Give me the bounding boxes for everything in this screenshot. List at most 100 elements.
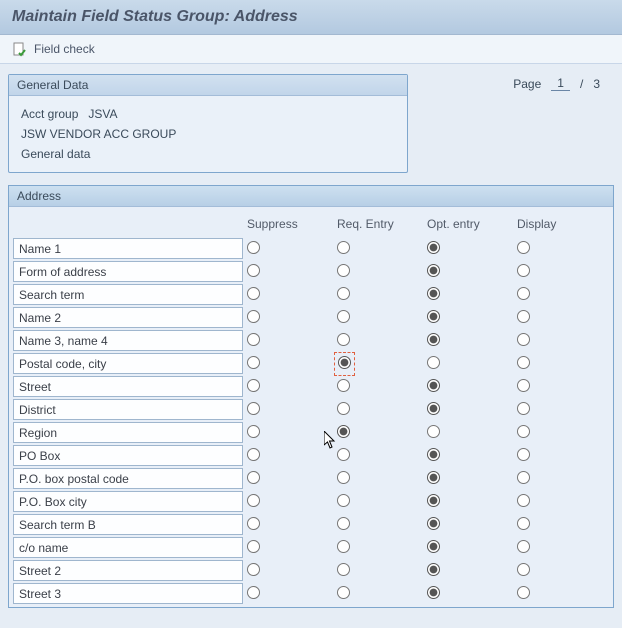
field-status-radio[interactable] xyxy=(517,563,530,576)
field-status-radio[interactable] xyxy=(517,264,530,277)
field-status-radio[interactable] xyxy=(247,333,260,346)
field-status-radio[interactable] xyxy=(427,356,440,369)
field-status-radio[interactable] xyxy=(247,356,260,369)
field-status-radio[interactable] xyxy=(427,287,440,300)
field-status-radio[interactable] xyxy=(427,586,440,599)
field-status-radio[interactable] xyxy=(337,563,350,576)
field-status-radio[interactable] xyxy=(427,310,440,323)
general-data-row: General data xyxy=(21,144,395,164)
radio-cell xyxy=(423,306,513,329)
field-status-radio[interactable] xyxy=(517,586,530,599)
field-status-radio[interactable] xyxy=(247,241,260,254)
field-status-radio[interactable] xyxy=(247,494,260,507)
field-status-radio[interactable] xyxy=(517,402,530,415)
field-status-radio[interactable] xyxy=(517,540,530,553)
field-status-radio[interactable] xyxy=(247,310,260,323)
field-status-radio[interactable] xyxy=(337,379,350,392)
field-row: Name 1 xyxy=(11,237,611,260)
radio-cell xyxy=(243,237,333,260)
radio-cell xyxy=(243,260,333,283)
field-label: Search term B xyxy=(13,514,243,535)
field-status-radio[interactable] xyxy=(337,264,350,277)
general-data-label: General data xyxy=(21,147,90,161)
radio-cell xyxy=(513,513,603,536)
field-status-radio[interactable] xyxy=(337,540,350,553)
field-check-button[interactable]: Field check xyxy=(34,42,95,56)
field-status-radio[interactable] xyxy=(337,586,350,599)
field-status-radio[interactable] xyxy=(427,333,440,346)
field-label: Form of address xyxy=(13,261,243,282)
radio-cell xyxy=(513,306,603,329)
field-status-radio[interactable] xyxy=(247,540,260,553)
field-status-radio[interactable] xyxy=(517,494,530,507)
field-status-radio[interactable] xyxy=(247,425,260,438)
field-label: PO Box xyxy=(13,445,243,466)
field-status-radio[interactable] xyxy=(427,264,440,277)
address-body: Suppress Req. Entry Opt. entry Display N… xyxy=(9,207,613,607)
column-header-display: Display xyxy=(513,217,603,231)
field-status-radio[interactable] xyxy=(427,494,440,507)
field-status-radio[interactable] xyxy=(427,425,440,438)
field-check-icon[interactable] xyxy=(12,41,28,57)
radio-cell xyxy=(513,283,603,306)
field-status-radio[interactable] xyxy=(247,586,260,599)
field-status-radio[interactable] xyxy=(517,333,530,346)
field-status-radio[interactable] xyxy=(517,310,530,323)
field-label: c/o name xyxy=(13,537,243,558)
radio-cell xyxy=(243,352,333,375)
field-status-radio[interactable] xyxy=(517,241,530,254)
field-status-radio[interactable] xyxy=(517,379,530,392)
radio-cell xyxy=(513,559,603,582)
titlebar: Maintain Field Status Group: Address xyxy=(0,0,622,35)
field-label: Street 3 xyxy=(13,583,243,604)
field-status-radio[interactable] xyxy=(427,517,440,530)
field-status-radio[interactable] xyxy=(247,264,260,277)
column-headers: Suppress Req. Entry Opt. entry Display xyxy=(11,209,611,237)
field-status-radio[interactable] xyxy=(337,471,350,484)
field-status-radio[interactable] xyxy=(427,471,440,484)
radio-cell xyxy=(333,329,423,352)
field-status-radio[interactable] xyxy=(338,356,351,369)
field-status-radio[interactable] xyxy=(337,425,350,438)
field-status-radio[interactable] xyxy=(247,448,260,461)
field-row: Street 2 xyxy=(11,559,611,582)
field-status-radio[interactable] xyxy=(337,333,350,346)
field-status-radio[interactable] xyxy=(517,517,530,530)
field-status-radio[interactable] xyxy=(517,287,530,300)
field-status-radio[interactable] xyxy=(337,448,350,461)
radio-cell xyxy=(423,237,513,260)
radio-cell xyxy=(423,398,513,421)
field-status-radio[interactable] xyxy=(517,356,530,369)
field-status-radio[interactable] xyxy=(427,448,440,461)
field-status-radio[interactable] xyxy=(337,241,350,254)
field-status-radio[interactable] xyxy=(517,448,530,461)
field-status-radio[interactable] xyxy=(247,471,260,484)
field-status-radio[interactable] xyxy=(247,379,260,392)
field-status-radio[interactable] xyxy=(427,402,440,415)
field-label: Street xyxy=(13,376,243,397)
radio-cell xyxy=(423,490,513,513)
field-status-radio[interactable] xyxy=(247,402,260,415)
field-status-radio[interactable] xyxy=(517,471,530,484)
field-status-radio[interactable] xyxy=(337,494,350,507)
radio-cell xyxy=(243,329,333,352)
pager-label: Page xyxy=(513,77,541,91)
field-status-radio[interactable] xyxy=(247,563,260,576)
field-status-radio[interactable] xyxy=(337,287,350,300)
radio-cell xyxy=(423,444,513,467)
field-status-radio[interactable] xyxy=(337,517,350,530)
field-status-radio[interactable] xyxy=(247,517,260,530)
radio-cell xyxy=(513,444,603,467)
radio-cell xyxy=(243,444,333,467)
radio-cell xyxy=(243,490,333,513)
field-status-radio[interactable] xyxy=(337,402,350,415)
field-status-radio[interactable] xyxy=(427,563,440,576)
content-area: Page 1 / 3 General Data Acct groupJSVAJS… xyxy=(0,64,622,618)
field-status-radio[interactable] xyxy=(427,540,440,553)
field-status-radio[interactable] xyxy=(337,310,350,323)
field-status-radio[interactable] xyxy=(427,241,440,254)
field-status-radio[interactable] xyxy=(247,287,260,300)
radio-cell xyxy=(333,352,423,375)
field-status-radio[interactable] xyxy=(427,379,440,392)
field-status-radio[interactable] xyxy=(517,425,530,438)
